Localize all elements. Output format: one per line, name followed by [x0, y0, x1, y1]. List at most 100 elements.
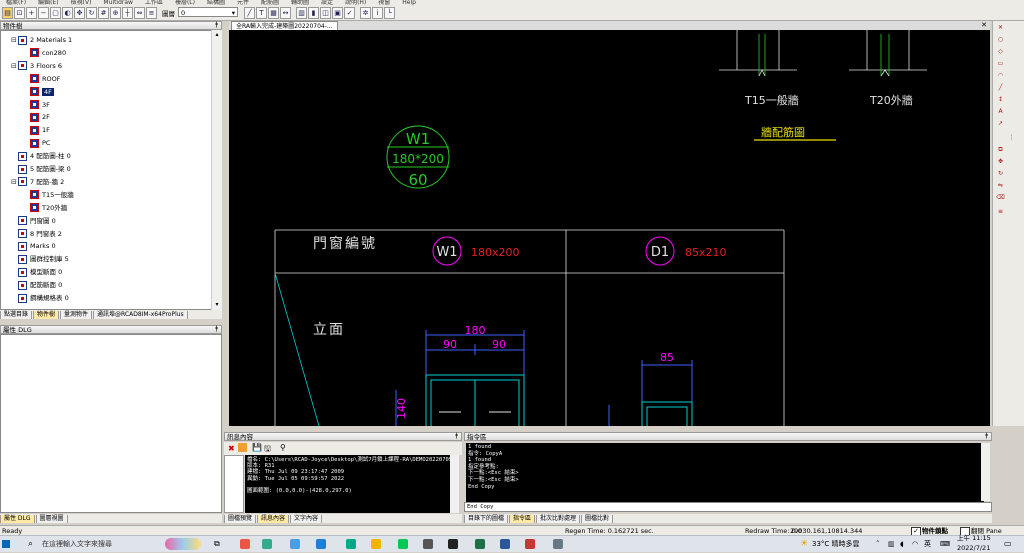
- tab[interactable]: 訊息內容: [257, 515, 290, 523]
- tree-node[interactable]: T15一般牆: [23, 189, 74, 202]
- app-icon-3[interactable]: [290, 539, 300, 549]
- scroll-up-icon[interactable]: ▴: [213, 31, 221, 39]
- zoom-extents-icon[interactable]: ⊡: [14, 7, 25, 19]
- tree-node[interactable]: 5 配筋圖-梁 0: [11, 163, 71, 176]
- tree-node[interactable]: 4F: [23, 86, 54, 99]
- tree-node[interactable]: con280: [23, 47, 66, 60]
- scroll-down-icon[interactable]: ▾: [213, 301, 221, 309]
- app-icon-2[interactable]: [262, 539, 272, 549]
- tab[interactable]: 圖檔預覽: [224, 515, 257, 523]
- volume-icon[interactable]: ◖: [900, 536, 904, 552]
- table-icon[interactable]: ▥: [296, 7, 307, 19]
- drawing-canvas[interactable]: T15一般牆 T20外牆 牆配筋圖 W1 180*200 60 門窗編號 立面 …: [229, 30, 990, 426]
- measure-icon[interactable]: ⇔: [134, 7, 145, 19]
- pin-icon[interactable]: ǂ: [455, 432, 458, 439]
- draw-line-icon[interactable]: ╱: [996, 83, 1005, 92]
- tree-node[interactable]: 模型斷面 0: [11, 266, 62, 279]
- zoom-in-icon[interactable]: +: [26, 7, 37, 19]
- tab[interactable]: 圖檔比對: [581, 515, 614, 523]
- tab[interactable]: 點選目錄: [0, 311, 33, 319]
- mirror-icon[interactable]: ⇋: [996, 181, 1005, 190]
- command-scrollbar[interactable]: [981, 443, 990, 501]
- taskbar-search-input[interactable]: 在這裡輸入文字來搜尋: [42, 536, 112, 552]
- tree-node[interactable]: ⊟ 3 Floors 6: [11, 60, 62, 73]
- close-icon[interactable]: ✖: [228, 444, 235, 453]
- tree-node[interactable]: 門窗圖 0: [11, 215, 56, 228]
- tree-node[interactable]: 配筋斷面 0: [11, 279, 62, 292]
- snap-icon[interactable]: ⊕: [110, 7, 121, 19]
- tab[interactable]: 文字內容: [290, 515, 323, 523]
- tab[interactable]: 通訊埠@RCAD8IM-x64ProPlus: [93, 311, 188, 319]
- dim-icon[interactable]: ↔: [280, 7, 291, 19]
- hatch-icon[interactable]: ▦: [268, 7, 279, 19]
- tree-node[interactable]: 2F: [23, 111, 50, 124]
- window-icon[interactable]: ▣: [332, 7, 343, 19]
- copy-icon[interactable]: ⧉: [996, 145, 1005, 154]
- door-icon[interactable]: ◫: [320, 7, 331, 19]
- app-icon-9[interactable]: [448, 539, 458, 549]
- word-icon[interactable]: [500, 539, 510, 549]
- tab[interactable]: 指令區: [509, 515, 536, 523]
- draw-rect-icon[interactable]: ▭: [996, 59, 1005, 68]
- tree-node[interactable]: 4 配筋圖-柱 0: [11, 150, 71, 163]
- tree-node[interactable]: 8 門窗表 2: [11, 228, 62, 241]
- app-icon-13[interactable]: [553, 539, 563, 549]
- draw-leader-icon[interactable]: ↗: [996, 119, 1005, 128]
- app-icon-8[interactable]: [423, 539, 433, 549]
- tree-node[interactable]: 1F: [23, 124, 50, 137]
- save-icon[interactable]: 💾: [252, 443, 262, 452]
- draw-dim-icon[interactable]: ↕: [996, 95, 1005, 104]
- tree-node[interactable]: ⊟ 7 配筋-牆 2: [11, 176, 64, 189]
- ortho-icon[interactable]: ┼: [122, 7, 133, 19]
- text-icon[interactable]: T: [256, 7, 267, 19]
- line-app-icon[interactable]: [398, 539, 408, 549]
- zoom-out-icon[interactable]: −: [38, 7, 49, 19]
- mark-icon[interactable]: ✓: [344, 7, 355, 19]
- tree-node[interactable]: 鋼構規格表 0: [11, 292, 69, 305]
- app-icon-4[interactable]: [316, 539, 326, 549]
- tab[interactable]: 量測物件: [60, 311, 93, 319]
- line-icon[interactable]: ╱: [244, 7, 255, 19]
- clock-time[interactable]: 上午 11:15: [957, 533, 991, 543]
- network-icon[interactable]: ▥: [888, 536, 895, 552]
- pan-icon[interactable]: ✥: [74, 7, 85, 19]
- draw-text-icon[interactable]: A: [996, 107, 1005, 116]
- zoom-window-icon[interactable]: ▢: [50, 7, 61, 19]
- tree-node[interactable]: PC: [23, 137, 50, 150]
- draw-poly-icon[interactable]: ◇: [996, 47, 1005, 56]
- wifi-icon[interactable]: ◠: [912, 536, 918, 552]
- pin-icon[interactable]: ǂ: [215, 21, 218, 28]
- tab[interactable]: 批次比對處理: [536, 515, 581, 523]
- tree-node[interactable]: 3F: [23, 99, 50, 112]
- task-view-icon[interactable]: ⧉: [214, 536, 220, 552]
- message-scrollbar[interactable]: [450, 455, 459, 513]
- erase-icon[interactable]: ⌫: [996, 193, 1005, 202]
- axis-icon[interactable]: └: [384, 7, 395, 19]
- filter-icon[interactable]: ⚲: [280, 443, 286, 452]
- draw-circle-icon[interactable]: ○: [996, 35, 1005, 44]
- tab[interactable]: 目錄下的圖檔: [464, 515, 509, 523]
- zoom-previous-icon[interactable]: ◐: [62, 7, 73, 19]
- clock-date[interactable]: 2022/7/21: [957, 543, 990, 553]
- tab[interactable]: 物件樹: [33, 311, 60, 319]
- file-explorer-icon[interactable]: [371, 539, 381, 549]
- tree-node[interactable]: ⊟ 2 Materials 1: [11, 34, 72, 47]
- layer-icon[interactable]: ▤: [2, 7, 13, 19]
- rotate-icon[interactable]: ↻: [996, 169, 1005, 178]
- wall-icon[interactable]: ▮: [308, 7, 319, 19]
- layer-manager-icon[interactable]: ≡: [996, 207, 1005, 216]
- toolbar-close-icon[interactable]: ✕: [996, 23, 1005, 32]
- tree-expander-icon[interactable]: ⊟: [11, 60, 18, 73]
- info-icon[interactable]: i: [372, 7, 383, 19]
- tree-expander-icon[interactable]: ⊟: [11, 176, 18, 189]
- properties-icon[interactable]: ≡: [146, 7, 157, 19]
- tray-chevron-icon[interactable]: ˄: [876, 536, 880, 552]
- pin-icon[interactable]: ǂ: [215, 325, 218, 332]
- command-input[interactable]: End Copy: [464, 502, 992, 512]
- tab[interactable]: 圖層視圖: [35, 515, 68, 523]
- app-icon-5[interactable]: [346, 539, 356, 549]
- folder-icon[interactable]: [238, 443, 247, 452]
- keyboard-icon[interactable]: ⌨: [940, 536, 950, 552]
- tree-node[interactable]: 圖群控制庫 5: [11, 253, 69, 266]
- tree-node[interactable]: ROOF: [23, 73, 61, 86]
